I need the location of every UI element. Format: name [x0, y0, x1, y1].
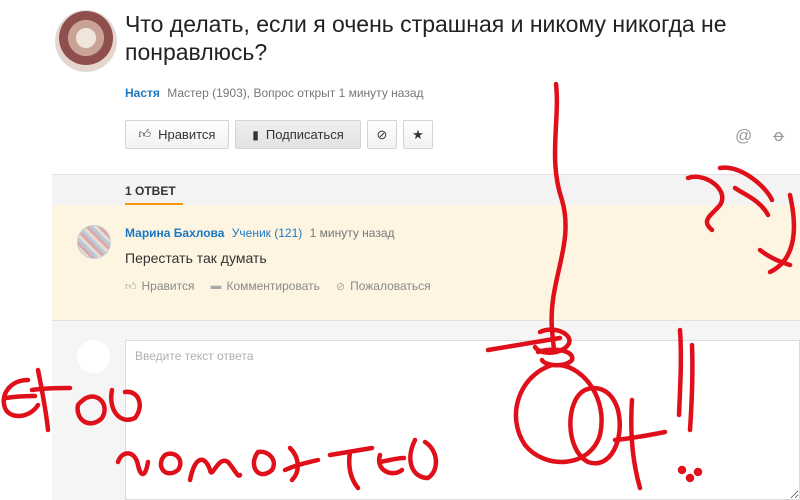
answer-actions: 👍︎ Нравится ▬ Комментировать ⊘ Пожаловат…	[125, 279, 431, 293]
question-meta: Настя Мастер (1903), Вопрос открыт 1 мин…	[125, 86, 424, 100]
star-icon: ★	[412, 126, 424, 142]
at-icon: @	[735, 126, 753, 145]
comment-icon: ▬	[210, 280, 222, 292]
answer-meta: Марина Бахлова Ученик (121) 1 минуту наз…	[125, 226, 395, 240]
answers-header: 1 ОТВЕТ	[52, 174, 800, 205]
reply-avatar	[77, 340, 110, 373]
thumbs-up-icon: 👍︎	[138, 127, 152, 141]
star-button[interactable]: ★	[403, 120, 433, 149]
answer-item: Марина Бахлова Ученик (121) 1 минуту наз…	[52, 205, 800, 321]
report-icon: ⊘	[335, 280, 346, 293]
answer-comment-label: Комментировать	[226, 279, 320, 293]
reply-zone	[52, 321, 800, 500]
question-author-link[interactable]: Настя	[125, 86, 160, 100]
like-button[interactable]: 👍︎ Нравится	[125, 120, 229, 149]
question-avatar[interactable]	[55, 10, 117, 72]
thumbs-up-icon: 👍︎	[125, 280, 137, 293]
reply-input[interactable]	[125, 340, 800, 500]
share-ok-button[interactable]: ꝋ	[773, 126, 784, 146]
answer-like-button[interactable]: 👍︎ Нравится	[125, 279, 194, 293]
subscribe-button-label: Подписаться	[265, 127, 344, 142]
answer-report-label: Пожаловаться	[350, 279, 431, 293]
answer-comment-button[interactable]: ▬ Комментировать	[210, 279, 319, 293]
question-title: Что делать, если я очень страшная и нико…	[125, 11, 727, 65]
answer-text: Перестать так думать	[125, 250, 267, 266]
subscribe-button[interactable]: ▮ Подписаться	[235, 120, 361, 149]
share-email-button[interactable]: @	[735, 126, 752, 146]
answer-author-rank: Ученик (121)	[231, 226, 303, 240]
answer-like-label: Нравится	[141, 279, 195, 293]
block-icon: ⊘	[376, 126, 388, 142]
like-button-label: Нравится	[158, 127, 216, 142]
bookmark-icon: ▮	[252, 127, 259, 142]
question-meta-text: Мастер (1903), Вопрос открыт 1 минуту на…	[167, 86, 424, 100]
block-button[interactable]: ⊘	[367, 120, 397, 149]
answers-count: 1 ОТВЕТ	[125, 184, 176, 198]
answer-report-button[interactable]: ⊘ Пожаловаться	[336, 279, 431, 293]
ok-icon: ꝋ	[773, 128, 785, 145]
answer-author-link[interactable]: Марина Бахлова	[125, 226, 224, 240]
answer-time: 1 минуту назад	[309, 226, 395, 240]
answer-avatar[interactable]	[77, 225, 111, 259]
